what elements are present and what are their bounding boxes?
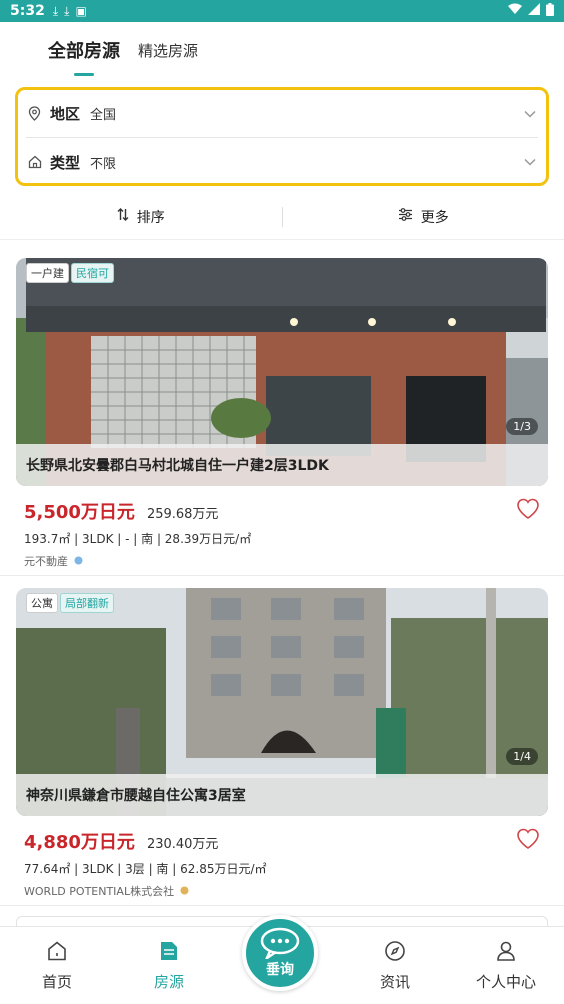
nav-home-label: 首页 xyxy=(41,973,72,991)
compass-icon xyxy=(355,937,435,965)
nav-news-label: 资讯 xyxy=(379,973,410,991)
listing-photo[interactable]: 公寓 局部翻新 1/4 神奈川県鎌倉市腰越自住公寓3居室 xyxy=(16,588,548,816)
filter-panel: 地区 全国 类型 不限 xyxy=(15,87,549,186)
listings-icon xyxy=(129,937,209,965)
listing-title: 长野県北安曇郡白马村北城自住一户建2层3LDK xyxy=(16,444,548,486)
agent-badge-icon xyxy=(180,885,189,898)
listing-price-cny: 230.40万元 xyxy=(146,837,219,852)
home-icon xyxy=(17,937,97,965)
sort-button[interactable]: 排序 xyxy=(0,207,282,227)
listing-card[interactable]: 公寓 局部翻新 1/4 神奈川県鎌倉市腰越自住公寓3居室 4,880万日元 23… xyxy=(16,588,548,899)
card-divider xyxy=(0,575,564,576)
sort-label: 排序 xyxy=(136,209,165,226)
type-filter[interactable]: 类型 不限 xyxy=(18,138,546,186)
nav-listings[interactable]: 房源 xyxy=(129,937,209,992)
region-filter[interactable]: 地区 全国 xyxy=(26,90,538,138)
consult-button[interactable]: 垂询 xyxy=(242,915,318,991)
card-divider xyxy=(0,905,564,906)
battery-icon xyxy=(546,2,554,20)
agent-name: WORLD POTENTIAL株式会社 xyxy=(24,885,175,898)
download-icon: ⤓ xyxy=(52,3,59,18)
listing-title: 神奈川県鎌倉市腰越自住公寓3居室 xyxy=(16,774,548,816)
listing-price: 4,880万日元 xyxy=(24,832,135,853)
house-icon xyxy=(28,155,44,169)
consult-label: 垂询 xyxy=(266,962,294,978)
photo-counter: 1/3 xyxy=(506,418,538,435)
nav-profile[interactable]: 个人中心 xyxy=(466,937,546,992)
agent-badge-icon xyxy=(74,555,83,568)
nav-profile-label: 个人中心 xyxy=(475,973,536,991)
status-time: 5:32 xyxy=(10,3,45,19)
favorite-heart-icon[interactable] xyxy=(516,828,540,854)
region-label: 地区 xyxy=(50,105,81,123)
person-icon xyxy=(466,937,546,965)
nav-listings-label: 房源 xyxy=(153,973,184,991)
location-pin-icon xyxy=(28,106,44,121)
chevron-down-icon xyxy=(524,107,536,121)
listing-price-cny: 259.68万元 xyxy=(146,507,219,522)
sliders-icon xyxy=(398,208,413,225)
listing-price: 5,500万日元 xyxy=(24,502,135,523)
tag-feature: 民宿可 xyxy=(71,263,114,283)
agent-name: 元不動産 xyxy=(24,555,68,568)
chat-bubbles-icon xyxy=(258,927,302,962)
listing-tabs: 全部房源 精选房源 xyxy=(0,22,564,78)
region-value: 全国 xyxy=(90,108,117,123)
app-notification-icon: ▣ xyxy=(75,4,87,18)
wifi-icon xyxy=(508,3,522,19)
bottom-navigation: 首页 房源 垂询 资讯 个人中心 xyxy=(0,915,564,1004)
status-bar: 5:32 ⤓ ⤓ ▣ xyxy=(0,0,564,22)
listing-specs: 77.64㎡ | 3LDK | 3层 | 南 | 62.85万日元/㎡ xyxy=(24,862,267,876)
sort-arrows-icon xyxy=(117,208,129,225)
listing-specs: 193.7㎡ | 3LDK | - | 南 | 28.39万日元/㎡ xyxy=(24,532,252,546)
download-icon: ⤓ xyxy=(64,3,70,18)
type-value: 不限 xyxy=(90,156,117,172)
type-label: 类型 xyxy=(50,153,81,172)
nav-news[interactable]: 资讯 xyxy=(355,937,435,992)
more-filters-button[interactable]: 更多 xyxy=(283,207,564,227)
tab-all-listings[interactable]: 全部房源 xyxy=(48,37,120,63)
tag-feature: 局部翻新 xyxy=(60,593,114,613)
tab-featured-listings[interactable]: 精选房源 xyxy=(138,40,198,61)
favorite-heart-icon[interactable] xyxy=(516,498,540,524)
tag-property-type: 公寓 xyxy=(26,593,58,613)
nav-home[interactable]: 首页 xyxy=(17,937,97,992)
more-label: 更多 xyxy=(420,209,449,226)
listing-photo[interactable]: 一户建 民宿可 1/3 长野県北安曇郡白马村北城自住一户建2层3LDK xyxy=(16,258,548,486)
listing-tags: 公寓 局部翻新 xyxy=(26,593,114,613)
photo-counter: 1/4 xyxy=(506,748,538,765)
listing-card[interactable]: 一户建 民宿可 1/3 长野県北安曇郡白马村北城自住一户建2层3LDK 5,50… xyxy=(16,258,548,569)
listing-tags: 一户建 民宿可 xyxy=(26,263,114,283)
tag-property-type: 一户建 xyxy=(26,263,69,283)
sort-bar: 排序 更多 xyxy=(0,194,564,240)
signal-icon xyxy=(528,3,540,19)
chevron-down-icon xyxy=(524,155,536,169)
